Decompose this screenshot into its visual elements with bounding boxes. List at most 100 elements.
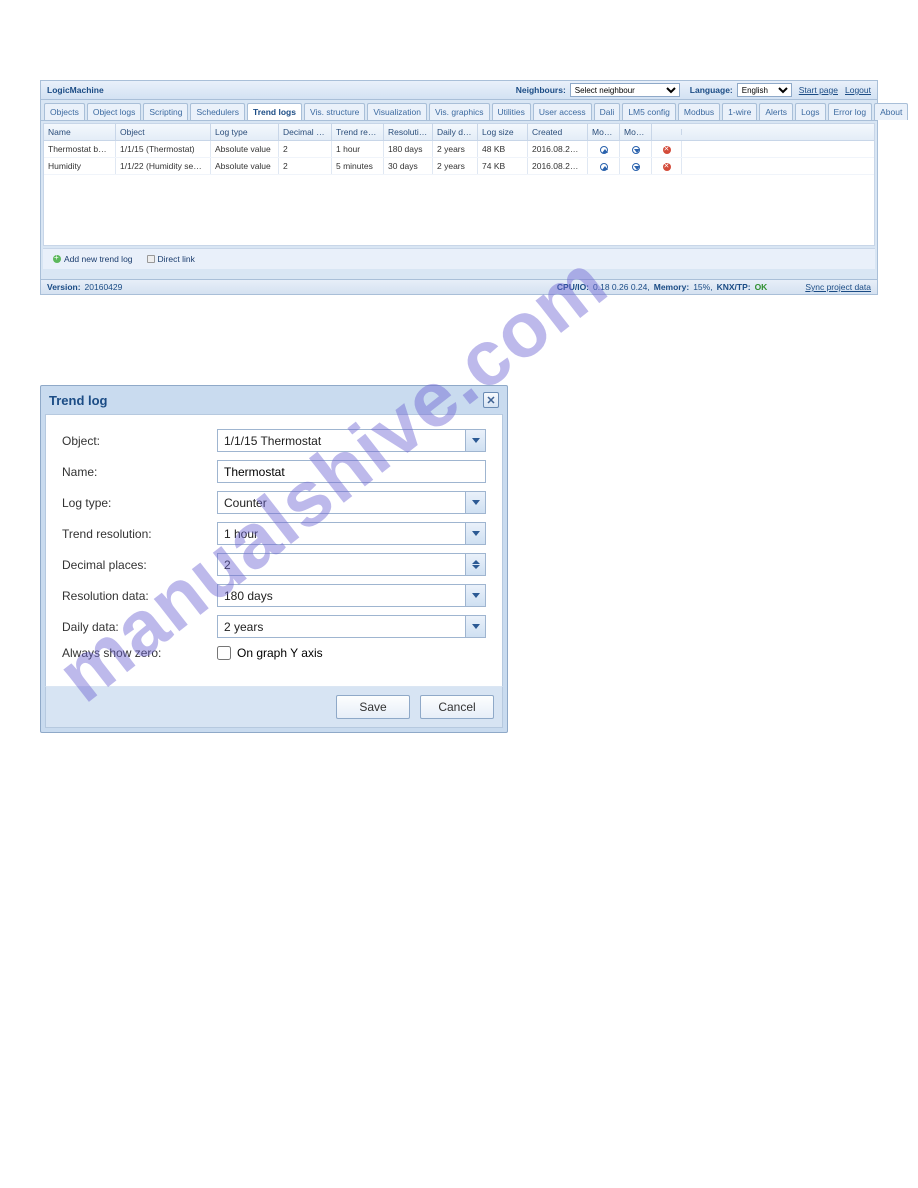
chevron-down-icon <box>465 616 485 637</box>
statusbar: Version: 20160429 CPU/IO: 0.18 0.26 0.24… <box>41 279 877 294</box>
arrow-down-icon[interactable] <box>632 146 640 154</box>
link-icon <box>147 255 155 263</box>
main-app-window: LogicMachine Neighbours: Select neighbou… <box>40 80 878 295</box>
col-movedown[interactable]: Move d... <box>620 124 652 140</box>
trendres-value: 1 hour <box>224 527 258 541</box>
direct-link-label: Direct link <box>158 254 195 264</box>
add-trend-button[interactable]: Add new trend log <box>48 252 138 266</box>
col-trendres[interactable]: Trend resolution <box>332 124 384 140</box>
chevron-down-icon <box>465 523 485 544</box>
tab-object-logs[interactable]: Object logs <box>87 103 142 120</box>
save-button[interactable]: Save <box>336 695 410 719</box>
col-name[interactable]: Name <box>44 124 116 140</box>
name-label: Name: <box>62 465 217 479</box>
showzero-checkbox[interactable] <box>217 646 231 660</box>
table-row[interactable]: Humidity1/1/22 (Humidity sensor)Absolute… <box>44 158 874 175</box>
tab-1-wire[interactable]: 1-wire <box>722 103 757 120</box>
col-logsize[interactable]: Log size <box>478 124 528 140</box>
resdata-select[interactable]: 180 days <box>217 584 486 607</box>
arrow-up-icon[interactable] <box>600 163 608 171</box>
col-moveup[interactable]: Move up <box>588 124 620 140</box>
delete-icon[interactable] <box>663 163 671 171</box>
tab-objects[interactable]: Objects <box>44 103 85 120</box>
col-resdata[interactable]: Resolution data <box>384 124 433 140</box>
add-icon <box>53 255 61 263</box>
dialog-body: Object: 1/1/15 Thermostat Name: Log type… <box>45 414 503 686</box>
grid-header: Name Object Log type Decimal places Tren… <box>44 124 874 141</box>
object-select[interactable]: 1/1/15 Thermostat <box>217 429 486 452</box>
brand: LogicMachine <box>47 85 104 95</box>
trendres-select[interactable]: 1 hour <box>217 522 486 545</box>
neighbours-select[interactable]: Select neighbour <box>570 83 680 97</box>
tab-vis-structure[interactable]: Vis. structure <box>304 103 365 120</box>
tab-modbus[interactable]: Modbus <box>678 103 720 120</box>
version-value: 20160429 <box>85 282 123 292</box>
cpu-value: 0.18 0.26 0.24, <box>593 282 650 292</box>
knx-value: OK <box>755 282 768 292</box>
tab-dali[interactable]: Dali <box>594 103 621 120</box>
tab-lm5-config[interactable]: LM5 config <box>622 103 676 120</box>
showzero-label: Always show zero: <box>62 646 217 660</box>
tab-logs[interactable]: Logs <box>795 103 825 120</box>
cancel-button[interactable]: Cancel <box>420 695 494 719</box>
object-value: 1/1/15 Thermostat <box>224 434 321 448</box>
dialog-title: Trend log <box>49 393 108 408</box>
arrow-up-icon[interactable] <box>600 146 608 154</box>
neighbours-label: Neighbours: <box>516 85 566 95</box>
decimalplaces-value: 2 <box>224 558 231 572</box>
logout-link[interactable]: Logout <box>845 85 871 95</box>
language-label: Language: <box>690 85 733 95</box>
dialog-footer: Save Cancel <box>45 686 503 728</box>
col-object[interactable]: Object <box>116 124 211 140</box>
tab-user-access[interactable]: User access <box>533 103 592 120</box>
delete-icon[interactable] <box>663 146 671 154</box>
mem-label: Memory: <box>654 282 689 292</box>
col-created[interactable]: Created <box>528 124 588 140</box>
col-dailydata[interactable]: Daily data <box>433 124 478 140</box>
logtype-value: Counter <box>224 496 267 510</box>
mem-value: 15%, <box>693 282 712 292</box>
tab-vis-graphics[interactable]: Vis. graphics <box>429 103 490 120</box>
start-page-link[interactable]: Start page <box>799 85 838 95</box>
tab-visualization[interactable]: Visualization <box>367 103 427 120</box>
decimalplaces-spinner[interactable]: 2 <box>217 553 486 576</box>
dailydata-select[interactable]: 2 years <box>217 615 486 638</box>
decimalplaces-label: Decimal places: <box>62 558 217 572</box>
col-logtype[interactable]: Log type <box>211 124 279 140</box>
tab-utilities[interactable]: Utilities <box>492 103 531 120</box>
logtype-select[interactable]: Counter <box>217 491 486 514</box>
resdata-value: 180 days <box>224 589 273 603</box>
chevron-down-icon <box>465 585 485 606</box>
tab-trend-logs[interactable]: Trend logs <box>247 103 302 120</box>
spinner-buttons-icon <box>465 554 485 575</box>
object-label: Object: <box>62 434 217 448</box>
tab-schedulers[interactable]: Schedulers <box>190 103 245 120</box>
knx-label: KNX/TP: <box>717 282 751 292</box>
arrow-down-icon[interactable] <box>632 163 640 171</box>
trend-log-dialog: Trend log ✕ Object: 1/1/15 Thermostat Na… <box>40 385 508 733</box>
close-icon[interactable]: ✕ <box>483 392 499 408</box>
dailydata-value: 2 years <box>224 620 263 634</box>
trendres-label: Trend resolution: <box>62 527 217 541</box>
tabbar: ObjectsObject logsScriptingSchedulersTre… <box>41 100 877 121</box>
cpu-label: CPU/IO: <box>557 282 589 292</box>
bottom-toolbar: Add new trend log Direct link <box>43 248 875 269</box>
trend-log-grid: Name Object Log type Decimal places Tren… <box>43 123 875 246</box>
showzero-text: On graph Y axis <box>237 646 323 660</box>
logtype-label: Log type: <box>62 496 217 510</box>
name-input[interactable] <box>217 460 486 483</box>
table-row[interactable]: Thermostat bedroom1/1/15 (Thermostat)Abs… <box>44 141 874 158</box>
tab-about[interactable]: About <box>874 103 908 120</box>
dialog-header: Trend log ✕ <box>41 386 507 414</box>
direct-link-button[interactable]: Direct link <box>142 252 200 266</box>
tab-alerts[interactable]: Alerts <box>759 103 793 120</box>
chevron-down-icon <box>465 492 485 513</box>
col-decimalplaces[interactable]: Decimal places <box>279 124 332 140</box>
language-select[interactable]: English <box>737 83 792 97</box>
col-delete <box>652 129 682 135</box>
tab-error-log[interactable]: Error log <box>828 103 873 120</box>
titlebar: LogicMachine Neighbours: Select neighbou… <box>41 81 877 100</box>
tab-scripting[interactable]: Scripting <box>143 103 188 120</box>
version-label: Version: <box>47 282 81 292</box>
sync-project-link[interactable]: Sync project data <box>805 282 871 292</box>
